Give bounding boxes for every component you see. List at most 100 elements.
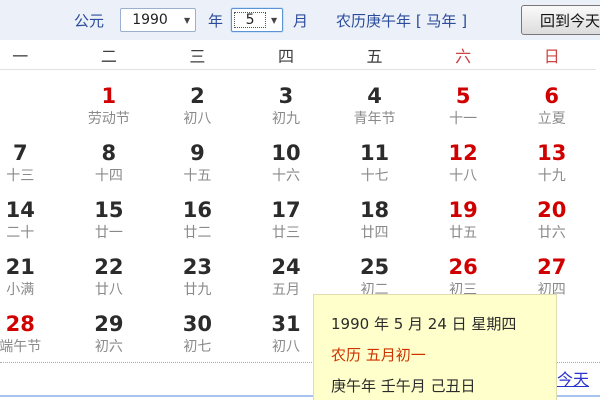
calendar-cell[interactable]: 14 二十 <box>0 189 65 246</box>
lunar-label: 初七 <box>183 339 212 355</box>
date-number: 20 <box>537 198 567 222</box>
lunar-label: 廿八 <box>94 282 123 298</box>
weekday-label: 四 <box>277 46 294 66</box>
dropdown-arrow-icon: ▼ <box>270 15 278 25</box>
month-select[interactable]: 5 ▼ <box>231 8 284 32</box>
lunar-label: 十一 <box>449 111 478 127</box>
lunar-label: 廿一 <box>94 225 123 241</box>
lunar-label: 青年节 <box>353 111 396 127</box>
calendar-cell[interactable]: 18 廿四 <box>330 189 419 246</box>
era-label: 公元 <box>74 11 105 30</box>
calendar-cell[interactable]: 20 廿六 <box>507 189 596 246</box>
tooltip-ganzhi-date: 庚午年 壬午月 己丑日 <box>331 377 476 395</box>
month-value: 5 <box>234 12 267 28</box>
lunar-label: 十八 <box>449 168 478 184</box>
lunar-label: 廿五 <box>449 225 478 241</box>
calendar-cell-empty <box>0 75 65 132</box>
calendar-cell[interactable]: 21 小满 <box>0 246 65 303</box>
lunar-label: 廿三 <box>271 225 300 241</box>
calendar-cell[interactable]: 12 十八 <box>419 132 508 189</box>
date-number: 1 <box>101 84 117 108</box>
lunar-label: 十九 <box>537 168 566 184</box>
lunar-label: 廿四 <box>360 225 389 241</box>
lunar-label: 十四 <box>94 168 123 184</box>
back-to-today-button[interactable]: 回到今天 <box>521 5 600 35</box>
date-number: 12 <box>448 141 478 165</box>
calendar-cell[interactable]: 9 十五 <box>153 132 242 189</box>
lunar-label: 十五 <box>183 168 212 184</box>
calendar-cell[interactable]: 8 十四 <box>65 132 154 189</box>
toolbar: 公元 1990 ▼ 年 5 ▼ 月 农历庚午年 [ 马年 ] 回到今天 <box>0 0 600 40</box>
lunar-label: 廿二 <box>183 225 212 241</box>
date-number: 10 <box>271 141 301 165</box>
dropdown-arrow-icon: ▼ <box>183 15 191 25</box>
weekday-label: 三 <box>189 46 206 66</box>
date-number: 23 <box>182 255 213 279</box>
date-number: 17 <box>271 198 301 222</box>
lunar-label: 初九 <box>271 111 300 127</box>
date-number: 15 <box>94 198 124 222</box>
date-tooltip: 1990 年 5 月 24 日 星期四 农历 五月初一 庚午年 壬午月 己丑日 <box>313 294 557 400</box>
tooltip-solar-date: 1990 年 5 月 24 日 星期四 <box>331 315 517 333</box>
tooltip-lunar-date: 农历 五月初一 <box>331 346 426 364</box>
calendar-cell[interactable]: 13 十九 <box>507 132 596 189</box>
date-number: 28 <box>5 312 35 336</box>
month-suffix-label: 月 <box>293 11 309 30</box>
date-number: 5 <box>455 84 471 108</box>
lunar-label: 廿九 <box>183 282 212 298</box>
calendar-cell[interactable]: 11 十七 <box>330 132 419 189</box>
calendar-cell[interactable]: 16 廿二 <box>153 189 242 246</box>
calendar-cell[interactable]: 29 初六 <box>65 303 154 360</box>
calendar-cell[interactable]: 5 十一 <box>419 75 508 132</box>
calendar-cell[interactable]: 1 劳动节 <box>65 75 154 132</box>
lunar-label: 初六 <box>94 339 123 355</box>
weekday-label: 日 <box>543 46 560 66</box>
date-number: 14 <box>5 198 35 222</box>
calendar-cell[interactable]: 30 初七 <box>153 303 242 360</box>
date-number: 16 <box>182 198 213 222</box>
date-number: 24 <box>271 255 301 279</box>
weekday-label: 六 <box>455 46 472 66</box>
calendar-cell[interactable]: 23 廿九 <box>153 246 242 303</box>
weekday-label: 一 <box>12 46 29 66</box>
date-number: 13 <box>537 141 567 165</box>
calendar-cell[interactable]: 17 廿三 <box>242 189 331 246</box>
date-number: 19 <box>448 198 478 222</box>
calendar-cell[interactable]: 3 初九 <box>242 75 331 132</box>
calendar-cell[interactable]: 4 青年节 <box>330 75 419 132</box>
lunar-label: 二十 <box>6 225 35 241</box>
weekday-header: 一二三四五六日 <box>0 40 596 70</box>
calendar-cell[interactable]: 6 立夏 <box>507 75 596 132</box>
date-number: 7 <box>12 141 28 165</box>
lunar-label: 十七 <box>360 168 389 184</box>
date-number: 25 <box>359 255 390 279</box>
date-number: 27 <box>537 255 567 279</box>
lunar-label: 十六 <box>271 168 300 184</box>
lunar-label: 立夏 <box>537 111 566 127</box>
calendar-cell[interactable]: 7 十三 <box>0 132 65 189</box>
lunar-year-label: 农历庚午年 [ 马年 ] <box>336 11 468 30</box>
lunar-label: 十三 <box>6 168 35 184</box>
date-number: 11 <box>359 141 390 165</box>
lunar-label: 初八 <box>183 111 212 127</box>
calendar-cell[interactable]: 28 端午节 <box>0 303 65 360</box>
lunar-label: 廿六 <box>537 225 566 241</box>
calendar-app: 公元 1990 ▼ 年 5 ▼ 月 农历庚午年 [ 马年 ] 回到今天 一 二 三 四… <box>0 0 600 400</box>
lunar-label: 劳动节 <box>87 111 130 127</box>
year-select[interactable]: 1990 ▼ <box>120 8 197 32</box>
calendar-cell[interactable]: 10 十六 <box>242 132 331 189</box>
date-number: 8 <box>101 141 117 165</box>
date-number: 29 <box>94 312 124 336</box>
year-suffix-label: 年 <box>208 11 224 30</box>
weekday-label: 五 <box>366 46 383 66</box>
date-number: 18 <box>359 198 390 222</box>
date-number: 2 <box>190 84 205 108</box>
calendar-cell[interactable]: 19 廿五 <box>419 189 508 246</box>
year-value: 1990 <box>132 12 168 28</box>
calendar-cell[interactable]: 15 廿一 <box>65 189 154 246</box>
lunar-label: 端午节 <box>0 339 42 355</box>
calendar-cell[interactable]: 22 廿八 <box>65 246 154 303</box>
calendar-cell[interactable]: 2 初八 <box>153 75 242 132</box>
today-link[interactable]: 今天 <box>557 366 589 390</box>
date-number: 26 <box>448 255 478 279</box>
